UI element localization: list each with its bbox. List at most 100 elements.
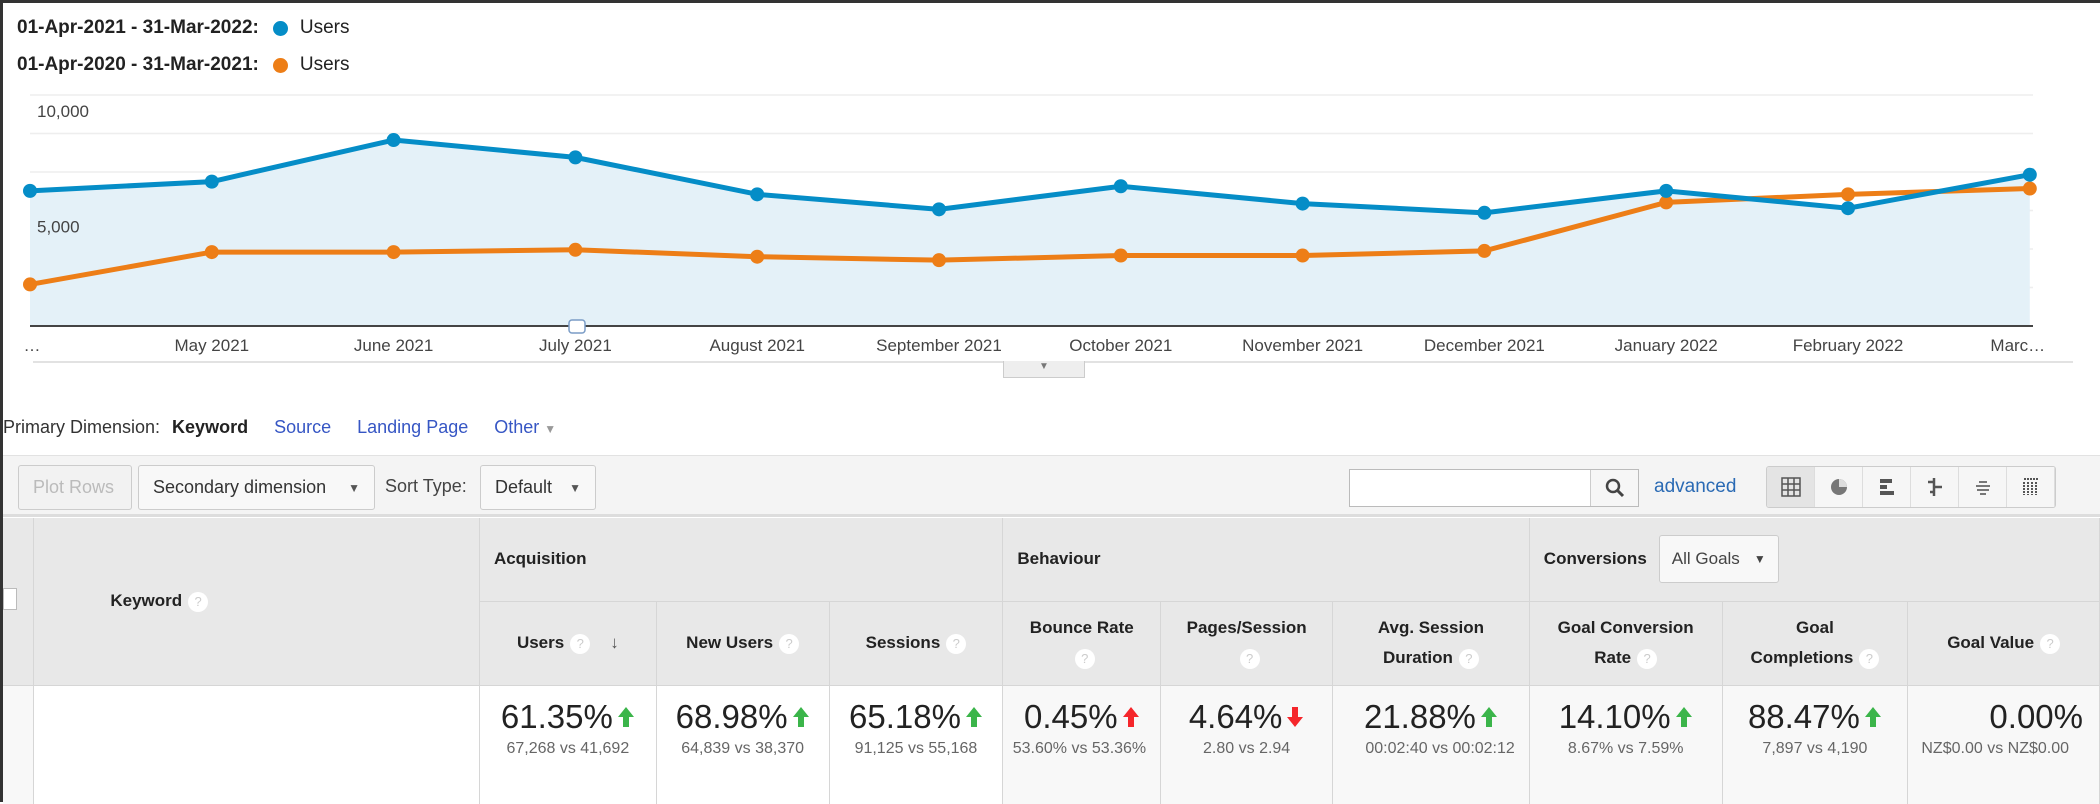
- data-point[interactable]: [1295, 248, 1310, 263]
- col-header-goal-conversion-rate[interactable]: Goal Conversion Rate?: [1529, 601, 1723, 686]
- data-point[interactable]: [2022, 181, 2037, 196]
- secondary-dimension-dropdown[interactable]: Secondary dimension ▼: [138, 465, 375, 510]
- data-point[interactable]: [204, 245, 219, 260]
- data-point[interactable]: [750, 187, 765, 202]
- comparison-view-button[interactable]: [1911, 467, 1959, 507]
- help-icon[interactable]: ?: [2040, 633, 2061, 654]
- goals-dropdown[interactable]: All Goals ▼: [1658, 535, 1779, 584]
- data-point[interactable]: [1295, 196, 1310, 211]
- col-header-bounce-rate[interactable]: Bounce Rate?: [1002, 601, 1162, 686]
- data-point[interactable]: [932, 202, 946, 217]
- help-icon[interactable]: ?: [1859, 648, 1880, 669]
- comparison-icon: [1927, 478, 1942, 496]
- x-tick-label: July 2021: [539, 336, 612, 355]
- collapse-chart-button[interactable]: ▼: [1003, 361, 1085, 378]
- data-point[interactable]: [1477, 243, 1492, 258]
- data-point[interactable]: [750, 249, 765, 264]
- col-header-pages-session[interactable]: Pages/Session?: [1160, 601, 1334, 686]
- x-tick-label: January 2022: [1615, 336, 1718, 355]
- pie-view-button[interactable]: [1815, 467, 1863, 507]
- up-arrow-icon: [1675, 706, 1692, 727]
- sort-desc-arrow-icon[interactable]: ↓: [610, 633, 619, 652]
- x-tick-label: October 2021: [1069, 336, 1172, 355]
- behaviour-group-header: Behaviour: [1002, 518, 1530, 602]
- checkbox-cell: [3, 685, 35, 804]
- dimension-keyword[interactable]: Keyword: [172, 417, 248, 438]
- legend-current: 01-Apr-2021 - 31-Mar-2022: Users: [17, 17, 349, 39]
- comparison-values: 53.60% vs 53.36%: [1012, 739, 1147, 757]
- advanced-filter-link[interactable]: advanced: [1654, 476, 1736, 498]
- data-point[interactable]: [1841, 201, 1855, 216]
- data-point[interactable]: [386, 133, 401, 148]
- percent-value: 88.47%: [1747, 697, 1860, 735]
- help-icon[interactable]: ?: [1074, 648, 1095, 669]
- keyword-header[interactable]: Keyword?: [33, 518, 480, 686]
- col-header-goal-value[interactable]: Goal Value?: [1907, 601, 2100, 686]
- percent-value: 0.45%: [1023, 697, 1118, 735]
- col-header-avg-session-duration[interactable]: Avg. Session Duration?: [1332, 601, 1530, 686]
- x-tick-label: Marc…: [1990, 336, 2045, 355]
- dimension-landing-page[interactable]: Landing Page: [357, 417, 468, 438]
- col-label: New Users: [686, 633, 774, 652]
- table-view-button[interactable]: [1767, 467, 1815, 507]
- help-icon[interactable]: ?: [188, 591, 209, 612]
- data-point[interactable]: [568, 242, 583, 257]
- data-point[interactable]: [204, 174, 219, 189]
- data-point[interactable]: [23, 183, 37, 198]
- change-percent: 88.47%: [1748, 698, 1882, 736]
- up-arrow-icon: [1122, 706, 1139, 727]
- legend-range: 01-Apr-2020 - 31-Mar-2021:: [17, 54, 259, 75]
- help-icon[interactable]: ?: [1239, 648, 1260, 669]
- data-point[interactable]: [932, 253, 946, 268]
- metric-cell-pages-session: 4.64% 2.80 vs 2.94: [1160, 685, 1334, 804]
- dimension-source[interactable]: Source: [274, 417, 331, 438]
- performance-view-button[interactable]: [1863, 467, 1911, 507]
- col-label: Sessions: [865, 633, 941, 652]
- change-percent: 4.64%: [1189, 698, 1305, 736]
- annotation-icon[interactable]: [568, 319, 586, 334]
- secondary-label: Secondary dimension: [153, 477, 327, 497]
- plot-rows-button[interactable]: Plot Rows: [18, 465, 132, 510]
- search-input[interactable]: [1350, 470, 1590, 506]
- legend-series: Users: [299, 17, 350, 38]
- help-icon[interactable]: ?: [570, 633, 591, 654]
- sort-type-dropdown[interactable]: Default ▼: [480, 465, 596, 510]
- up-arrow-icon: [792, 706, 809, 727]
- col-header-goal-completions[interactable]: Goal Completions?: [1722, 601, 1909, 686]
- data-point[interactable]: [1841, 187, 1855, 202]
- legend-series: Users: [299, 54, 350, 75]
- help-icon[interactable]: ?: [946, 633, 967, 654]
- caret-down-icon: ▼: [544, 422, 557, 436]
- area-fill: [30, 140, 2030, 326]
- dimension-other[interactable]: Other ▼: [494, 417, 556, 438]
- change-percent: 0.45%: [1024, 698, 1140, 736]
- help-icon[interactable]: ?: [779, 633, 800, 654]
- data-point[interactable]: [2022, 167, 2037, 182]
- y-tick-label: 5,000: [37, 218, 80, 237]
- col-header-new-users[interactable]: New Users?: [656, 601, 830, 686]
- search-button[interactable]: [1590, 470, 1638, 506]
- data-point[interactable]: [386, 245, 401, 260]
- term-cloud-view-button[interactable]: [1959, 467, 2007, 507]
- data-point[interactable]: [568, 150, 583, 165]
- search-icon: [1605, 478, 1624, 498]
- help-icon[interactable]: ?: [1458, 648, 1479, 669]
- sort-value: Default: [495, 477, 553, 497]
- primary-dimension-label: Primary Dimension:: [3, 417, 161, 437]
- col-header-sessions[interactable]: Sessions?: [829, 601, 1004, 686]
- data-point[interactable]: [1477, 205, 1492, 220]
- comparison-values: NZ$0.00 vs NZ$0.00: [1921, 739, 2069, 757]
- percent-value: 68.98%: [675, 697, 788, 735]
- comparison-values: 7,897 vs 4,190: [1762, 739, 1868, 757]
- metric-cell-sessions: 65.18% 91,125 vs 55,168: [829, 685, 1004, 804]
- data-point[interactable]: [1659, 183, 1674, 198]
- data-point[interactable]: [1113, 179, 1128, 194]
- comparison-values: 64,839 vs 38,370: [681, 739, 805, 757]
- pivot-view-button[interactable]: [2007, 467, 2055, 507]
- data-point[interactable]: [1113, 248, 1128, 263]
- data-point[interactable]: [23, 277, 37, 292]
- select-all-checkbox[interactable]: [3, 587, 18, 610]
- help-icon[interactable]: ?: [1637, 648, 1658, 669]
- col-header-users[interactable]: Users? ↓: [479, 601, 657, 686]
- x-tick-label: November 2021: [1242, 336, 1363, 355]
